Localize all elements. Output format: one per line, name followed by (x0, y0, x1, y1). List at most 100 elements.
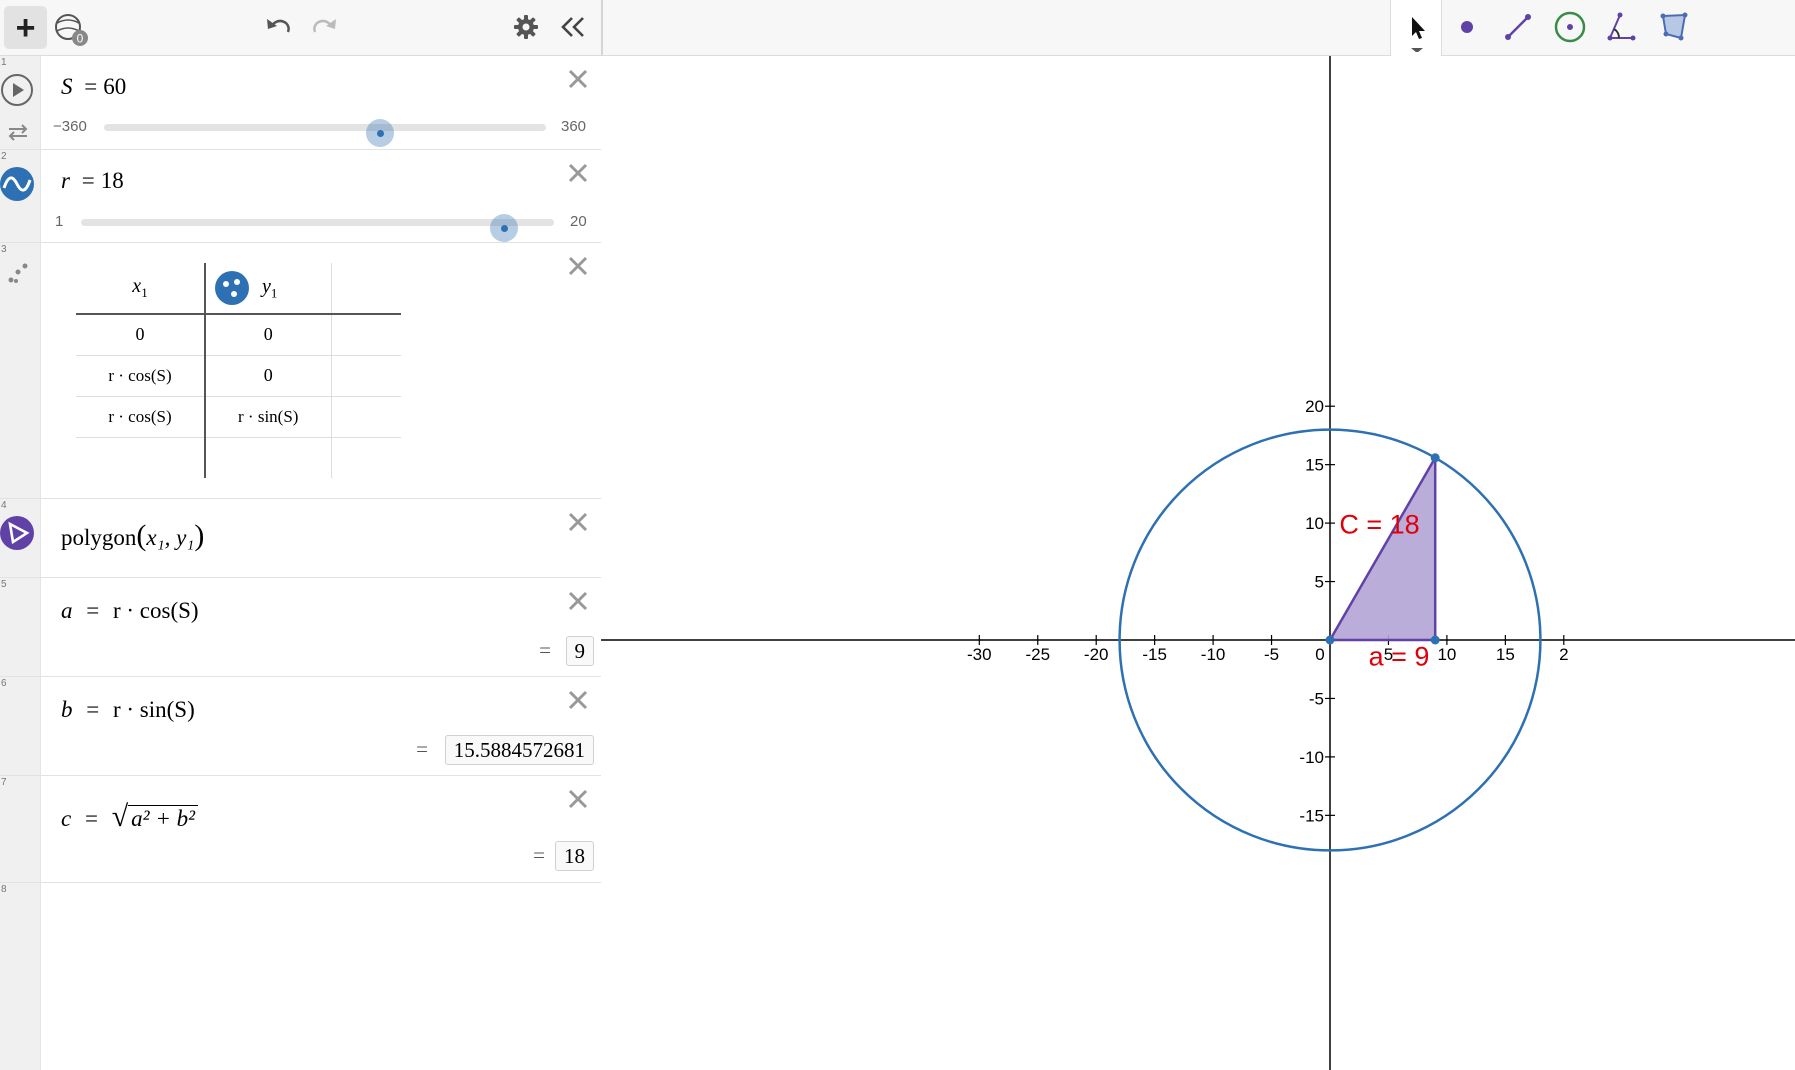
circle-tool-button[interactable] (1551, 8, 1589, 46)
equals-sign: = (81, 168, 95, 193)
expression-number: 6 (1, 678, 7, 689)
expression-row-polygon[interactable]: 4 polygon(x₁, y₁) (0, 499, 601, 578)
slider-max-label[interactable]: 360 (561, 118, 586, 135)
graph-canvas[interactable]: -30 -25 -20 -15 -10 -5 0 5 10 15 22015105-5-10-15C… (601, 56, 1795, 1070)
table-cell-empty[interactable] (331, 355, 401, 397)
y-tick-label: 5 (1315, 573, 1324, 592)
undo-icon (267, 19, 290, 33)
table-icon-button[interactable] (0, 255, 36, 291)
table-cell[interactable]: r · cos(S) (76, 355, 206, 397)
x-tick-label: -10 (1201, 645, 1226, 664)
cursor-arrow-icon (1411, 17, 1425, 52)
wave-graph-icon (0, 167, 34, 201)
slider-max-label[interactable]: 20 (570, 213, 587, 230)
delete-expression-button[interactable] (565, 253, 591, 279)
slider-min-label[interactable]: −360 (53, 118, 87, 135)
folder-count-badge: 0 (77, 32, 84, 46)
triangle-vertex-point (1430, 635, 1440, 645)
graph-style-button[interactable] (0, 166, 36, 202)
function-args: x₁, y₁ (146, 525, 195, 550)
angle-tool-button[interactable] (1603, 8, 1641, 46)
segment-tool-button[interactable] (1499, 8, 1537, 46)
s-slider: −360 360 (50, 116, 595, 147)
segment-icon (1505, 14, 1531, 40)
table-cell-empty[interactable] (331, 437, 401, 478)
expression-panel: + 0 1 S = 60 −360 360 2 r = 18 1 20 3 x1… (0, 0, 601, 1070)
table-header-y[interactable]: y1 (205, 263, 332, 315)
slider-loop-button[interactable] (0, 114, 36, 150)
slider-track[interactable] (104, 119, 546, 147)
function-name: polygon (61, 525, 137, 550)
expression-row-table[interactable]: 3 x1 y1 0 0 r · cos(S) 0 r · cos(S) r · … (0, 243, 601, 499)
x-tick-label: -20 (1084, 645, 1109, 664)
folder-button[interactable]: 0 (52, 8, 92, 48)
slider-handle[interactable] (366, 119, 395, 147)
table-cell[interactable]: 0 (205, 355, 332, 397)
expression-b[interactable]: b = r · sin(S) (61, 697, 195, 723)
x-tick-label: -25 (1025, 645, 1050, 664)
delete-expression-button[interactable] (565, 687, 591, 713)
table-cell[interactable]: r · sin(S) (205, 396, 332, 438)
expression-c[interactable]: c = √ a² + b² (61, 800, 198, 834)
close-paren: ) (194, 519, 205, 552)
hypotenuse-label: C = 18 (1339, 510, 1419, 540)
point-style-icon[interactable] (214, 270, 250, 306)
delete-expression-button[interactable] (565, 509, 591, 535)
variable-name: S (61, 74, 73, 99)
expression-row-b[interactable]: 6 b = r · sin(S) = 15.5884572681 (0, 677, 601, 776)
table-cell-empty[interactable] (76, 437, 206, 478)
expression-number: 1 (1, 57, 7, 68)
y-tick-label: -5 (1309, 689, 1324, 708)
pointer-tool-button[interactable] (1390, 0, 1442, 56)
redo-button[interactable] (307, 10, 341, 44)
table-header-empty[interactable] (331, 263, 401, 315)
delete-expression-button[interactable] (565, 160, 591, 186)
polygon-expression[interactable]: polygon(x₁, y₁) (61, 519, 204, 553)
result-equals: = (533, 843, 545, 867)
collapse-panel-button[interactable] (556, 10, 590, 44)
polygon-tool-button[interactable] (1655, 8, 1693, 46)
new-expression-row[interactable]: 8 (0, 883, 601, 953)
expression-row-r-slider[interactable]: 2 r = 18 1 20 (0, 150, 601, 243)
evaluation-result: 15.5884572681 (444, 735, 594, 765)
close-icon (568, 690, 588, 710)
table-cell[interactable]: 0 (76, 314, 206, 356)
point-tool-button[interactable] (1448, 8, 1486, 46)
table-cell-empty[interactable] (205, 437, 332, 478)
expression-row-a[interactable]: 5 a = r · cos(S) = 9 (0, 578, 601, 677)
add-expression-button[interactable]: + (4, 6, 47, 49)
result-equals: = (539, 638, 551, 662)
close-icon (568, 256, 588, 276)
slider-min-label[interactable]: 1 (55, 213, 63, 230)
table-cell[interactable]: r · cos(S) (76, 396, 206, 438)
expression-row-s-slider[interactable]: 1 S = 60 −360 360 (0, 56, 601, 150)
expression-number: 7 (1, 777, 7, 788)
undo-button[interactable] (262, 10, 296, 44)
graph-style-button[interactable] (0, 515, 36, 551)
expression-rhs: a² + b² (128, 805, 198, 831)
table-cell[interactable]: 0 (205, 314, 332, 356)
play-slider-button[interactable] (0, 72, 36, 108)
header-x-subscript: 1 (141, 285, 148, 300)
table-cell-empty[interactable] (331, 314, 401, 356)
y-tick-label: 20 (1305, 397, 1324, 416)
table-cell-empty[interactable] (331, 396, 401, 438)
delete-expression-button[interactable] (565, 66, 591, 92)
table-header-x[interactable]: x1 (76, 263, 206, 315)
settings-button[interactable] (509, 10, 543, 44)
slider-definition[interactable]: S = 60 (61, 74, 126, 100)
expression-lhs: c (61, 806, 72, 831)
expression-row-c[interactable]: 7 c = √ a² + b² = 18 (0, 776, 601, 883)
slider-handle[interactable] (490, 214, 519, 242)
expression-a[interactable]: a = r · cos(S) (61, 598, 199, 624)
play-icon (1, 74, 33, 106)
close-icon (568, 591, 588, 611)
y-tick-label: 10 (1305, 514, 1324, 533)
expression-number: 3 (1, 244, 7, 255)
slider-track[interactable] (81, 214, 554, 242)
slider-value: 18 (100, 168, 124, 193)
delete-expression-button[interactable] (565, 588, 591, 614)
slider-definition[interactable]: r = 18 (61, 168, 124, 194)
close-icon (568, 789, 588, 809)
delete-expression-button[interactable] (565, 786, 591, 812)
